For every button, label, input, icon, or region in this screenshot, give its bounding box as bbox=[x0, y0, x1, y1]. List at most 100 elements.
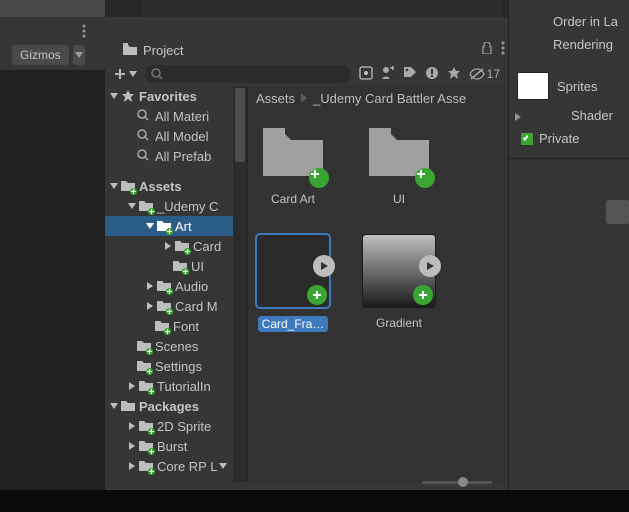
search-icon bbox=[137, 109, 151, 123]
folder-icon bbox=[137, 339, 151, 353]
private-label: Private bbox=[539, 131, 579, 146]
shader-label: Shader bbox=[509, 104, 629, 127]
tree-item[interactable]: _Udemy C bbox=[157, 199, 218, 214]
vcs-add-icon bbox=[309, 168, 329, 188]
thumbnail-size-slider[interactable] bbox=[247, 472, 508, 492]
folder-icon bbox=[139, 419, 153, 433]
project-tree[interactable]: Favorites All Materi All Model All Prefa… bbox=[105, 86, 233, 482]
foldout-icon[interactable] bbox=[127, 381, 137, 391]
favorites-item[interactable]: All Materi bbox=[155, 109, 209, 124]
kebab-icon[interactable] bbox=[82, 24, 86, 41]
foldout-icon[interactable] bbox=[163, 241, 173, 251]
inspector-button[interactable] bbox=[606, 200, 629, 224]
asset-folder[interactable]: UI bbox=[362, 124, 436, 206]
alert-icon[interactable] bbox=[425, 66, 439, 83]
foldout-icon[interactable] bbox=[127, 201, 137, 211]
tree-item[interactable]: Core RP L bbox=[157, 459, 217, 474]
foldout-icon[interactable] bbox=[127, 441, 137, 451]
folder-icon bbox=[121, 179, 135, 193]
star-icon[interactable] bbox=[447, 66, 461, 83]
folder-icon bbox=[175, 239, 189, 253]
asset-folder[interactable]: Card Art bbox=[256, 124, 330, 206]
kebab-icon[interactable] bbox=[501, 41, 505, 55]
tree-item-selected[interactable]: Art bbox=[105, 216, 233, 236]
chevron-right-icon bbox=[301, 93, 307, 103]
rendering-label: Rendering bbox=[509, 33, 629, 56]
breadcrumb[interactable]: Assets _Udemy Card Battler Asse bbox=[248, 86, 509, 110]
chevron-down-icon bbox=[219, 463, 227, 469]
folder-icon bbox=[157, 279, 171, 293]
asset-label: Card_Fra… bbox=[258, 316, 329, 332]
folder-icon bbox=[139, 199, 153, 213]
folder-icon bbox=[139, 379, 153, 393]
scroll-thumb[interactable] bbox=[235, 88, 245, 162]
filter-people-icon[interactable] bbox=[381, 66, 395, 83]
tree-item[interactable]: Card bbox=[193, 239, 221, 254]
search-input[interactable] bbox=[145, 65, 351, 83]
tree-item[interactable]: Scenes bbox=[155, 339, 198, 354]
inspector-panel: Order in La Rendering Sprites Shader Pri… bbox=[508, 0, 629, 490]
foldout-icon[interactable] bbox=[127, 461, 137, 471]
foldout-icon[interactable] bbox=[145, 301, 155, 311]
folder-icon bbox=[155, 319, 169, 333]
folder-icon bbox=[173, 259, 187, 273]
private-checkbox[interactable] bbox=[521, 133, 533, 145]
folder-icon bbox=[137, 359, 151, 373]
star-icon bbox=[121, 89, 135, 103]
tree-item[interactable]: TutorialIn bbox=[157, 379, 211, 394]
tree-item[interactable]: Settings bbox=[155, 359, 202, 374]
project-tab-label: Project bbox=[143, 43, 183, 58]
foldout-icon[interactable] bbox=[109, 91, 119, 101]
sprites-label: Sprites bbox=[557, 79, 597, 94]
order-in-layer-label: Order in La bbox=[509, 10, 629, 33]
expand-icon[interactable] bbox=[419, 255, 441, 277]
tree-item[interactable]: Burst bbox=[157, 439, 187, 454]
foldout-icon[interactable] bbox=[145, 281, 155, 291]
visibility-icon[interactable]: 17 bbox=[469, 67, 500, 81]
favorites-item[interactable]: All Model bbox=[155, 129, 208, 144]
asset-sprite-selected[interactable]: Card_Fra… bbox=[256, 234, 330, 332]
vcs-add-icon bbox=[413, 285, 433, 305]
packages-header: Packages bbox=[139, 399, 199, 414]
gizmos-chevron-icon[interactable] bbox=[73, 45, 85, 65]
search-icon bbox=[137, 149, 151, 163]
status-bar bbox=[0, 490, 629, 512]
search-icon bbox=[137, 129, 151, 143]
search-by-type-icon[interactable] bbox=[359, 66, 373, 83]
assets-header: Assets bbox=[139, 179, 182, 194]
folder-icon bbox=[123, 43, 137, 58]
material-swatch[interactable] bbox=[517, 72, 549, 100]
favorites-header: Favorites bbox=[139, 89, 197, 104]
tag-icon[interactable] bbox=[403, 66, 417, 83]
tree-item[interactable]: Audio bbox=[175, 279, 208, 294]
asset-label: UI bbox=[393, 192, 405, 206]
asset-label: Card Art bbox=[271, 192, 315, 206]
tree-item[interactable]: Font bbox=[173, 319, 199, 334]
tree-item[interactable]: 2D Sprite bbox=[157, 419, 211, 434]
asset-sprite[interactable]: Gradient bbox=[362, 234, 436, 332]
foldout-icon[interactable] bbox=[109, 401, 119, 411]
hidden-count: 17 bbox=[487, 67, 500, 81]
folder-icon bbox=[121, 399, 135, 413]
tree-item[interactable]: Card M bbox=[175, 299, 218, 314]
favorites-item[interactable]: All Prefab bbox=[155, 149, 211, 164]
folder-icon bbox=[139, 459, 153, 473]
folder-icon bbox=[157, 219, 171, 233]
search-icon bbox=[151, 68, 163, 80]
tree-item[interactable]: UI bbox=[191, 259, 204, 274]
folder-icon bbox=[157, 299, 171, 313]
expand-icon[interactable] bbox=[313, 255, 335, 277]
lock-icon[interactable] bbox=[481, 42, 493, 54]
foldout-icon[interactable] bbox=[127, 421, 137, 431]
asset-label: Gradient bbox=[376, 316, 422, 330]
foldout-icon[interactable] bbox=[513, 110, 523, 125]
foldout-icon[interactable] bbox=[109, 181, 119, 191]
chevron-down-icon bbox=[129, 71, 137, 77]
gizmos-dropdown[interactable]: Gizmos bbox=[12, 45, 69, 65]
vcs-add-icon bbox=[415, 168, 435, 188]
project-tab[interactable]: Project bbox=[113, 39, 193, 62]
vcs-add-icon bbox=[307, 285, 327, 305]
add-button[interactable] bbox=[113, 67, 137, 81]
folder-icon bbox=[139, 439, 153, 453]
foldout-icon[interactable] bbox=[145, 221, 155, 231]
